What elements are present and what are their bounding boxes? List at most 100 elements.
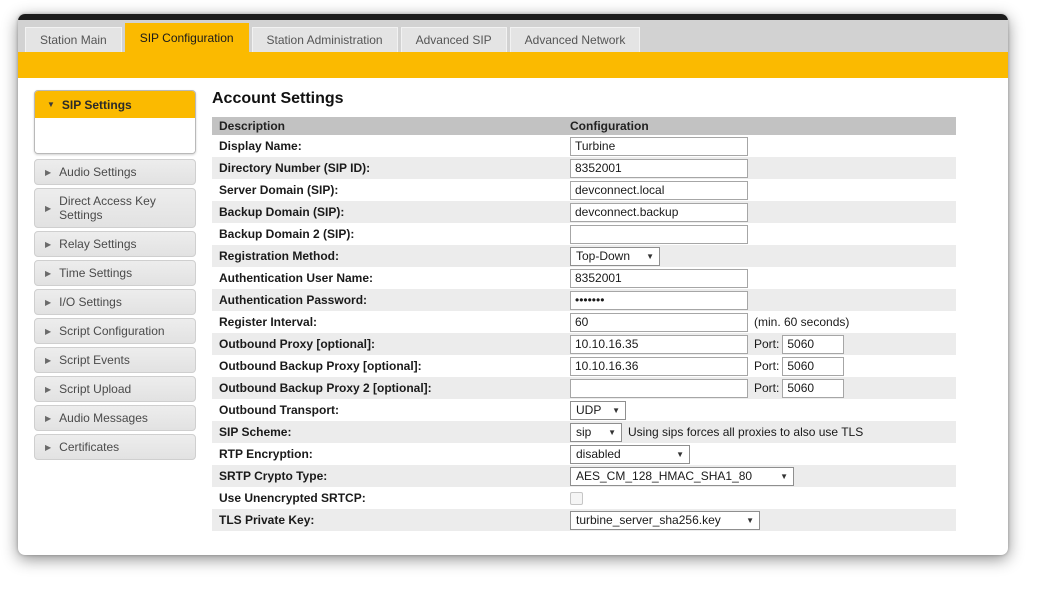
field-label: Outbound Backup Proxy 2 [optional]: (219, 381, 432, 395)
sidebar-item-label: Direct Access Key Settings (59, 194, 156, 222)
table-row: SRTP Crypto Type: AES_CM_128_HMAC_SHA1_8… (212, 465, 956, 487)
sidebar-item-io-settings[interactable]: ▶ I/O Settings (34, 289, 196, 315)
select-value: turbine_server_sha256.key (576, 513, 721, 527)
tab-station-main[interactable]: Station Main (25, 27, 122, 52)
sidebar-item-time-settings[interactable]: ▶ Time Settings (34, 260, 196, 286)
table-row: Registration Method: Top-Down ▼ (212, 245, 956, 267)
field-label: Register Interval: (219, 315, 318, 329)
outbound-proxy-port-input[interactable] (782, 334, 845, 354)
sidebar-item-label: Certificates (59, 440, 120, 454)
chevron-right-icon: ▶ (45, 239, 52, 249)
tls-private-key-select[interactable]: turbine_server_sha256.key ▼ (570, 510, 760, 530)
chevron-right-icon: ▶ (45, 326, 52, 336)
table-row: SIP Scheme: sip ▼ Using sips forces all … (212, 421, 956, 443)
sidebar-item-label: SIP Settings (61, 97, 132, 112)
chevron-right-icon: ▶ (45, 297, 52, 307)
auth-password-input[interactable] (570, 290, 748, 310)
table-row: Outbound Backup Proxy 2 [optional]: Port… (212, 377, 956, 399)
sidebar-item-script-configuration[interactable]: ▶ Script Configuration (34, 318, 196, 344)
tab-advanced-network[interactable]: Advanced Network (509, 27, 641, 52)
field-label: RTP Encryption: (219, 447, 313, 461)
table-row: Outbound Proxy [optional]: Port: (212, 333, 956, 355)
table-row: Authentication Password: (212, 289, 956, 311)
directory-number-input[interactable] (570, 158, 748, 178)
sidebar-item-sip-settings[interactable]: ▼ SIP Settings (35, 91, 195, 118)
sidebar-item-label: Script Configuration (59, 324, 165, 338)
tab-advanced-sip[interactable]: Advanced SIP (400, 27, 507, 52)
table-row: Display Name: (212, 135, 956, 157)
select-value: AES_CM_128_HMAC_SHA1_80 (576, 469, 753, 483)
dropdown-arrow-icon: ▼ (612, 405, 620, 415)
port-label: Port: (754, 381, 780, 395)
select-value: sip (576, 425, 592, 439)
select-value: UDP (576, 403, 602, 417)
sidebar-item-label: Relay Settings (59, 237, 137, 251)
outbound-backup-proxy-2-input[interactable] (570, 378, 748, 398)
chevron-right-icon: ▶ (45, 167, 52, 177)
chevron-right-icon: ▶ (45, 268, 52, 278)
dropdown-arrow-icon: ▼ (646, 251, 654, 261)
field-label: Backup Domain (SIP): (219, 205, 345, 219)
backup-domain-input[interactable] (570, 202, 748, 222)
port-label: Port: (754, 359, 780, 373)
sidebar-item-script-upload[interactable]: ▶ Script Upload (34, 376, 196, 402)
dropdown-arrow-icon: ▼ (780, 471, 788, 481)
sidebar-item-label: Time Settings (59, 266, 133, 280)
rtp-encryption-select[interactable]: disabled ▼ (570, 444, 690, 464)
field-label: Outbound Backup Proxy [optional]: (219, 359, 422, 373)
outbound-proxy-input[interactable] (570, 334, 748, 354)
field-label: SIP Scheme: (219, 425, 292, 439)
chevron-right-icon: ▶ (45, 413, 52, 423)
register-interval-note: (min. 60 seconds) (754, 315, 850, 329)
tab-station-administration[interactable]: Station Administration (251, 27, 398, 52)
table-row: Backup Domain 2 (SIP): (212, 223, 956, 245)
srtp-crypto-type-select[interactable]: AES_CM_128_HMAC_SHA1_80 ▼ (570, 466, 794, 486)
tab-sip-configuration[interactable]: SIP Configuration (124, 23, 249, 52)
sidebar-group-sip-settings: ▼ SIP Settings (34, 90, 196, 154)
dropdown-arrow-icon: ▼ (608, 427, 616, 437)
display-name-input[interactable] (570, 136, 748, 156)
sip-scheme-select[interactable]: sip ▼ (570, 422, 622, 442)
field-label: Outbound Proxy [optional]: (219, 337, 375, 351)
table-row: Backup Domain (SIP): (212, 201, 956, 223)
field-label: Backup Domain 2 (SIP): (219, 227, 355, 241)
table-row: TLS Private Key: turbine_server_sha256.k… (212, 509, 956, 531)
sidebar-item-script-events[interactable]: ▶ Script Events (34, 347, 196, 373)
sidebar-item-label: I/O Settings (59, 295, 122, 309)
outbound-backup-proxy-input[interactable] (570, 356, 748, 376)
register-interval-input[interactable] (570, 312, 748, 332)
field-label: Display Name: (219, 139, 302, 153)
table-row: Directory Number (SIP ID): (212, 157, 956, 179)
sidebar-item-label: Script Upload (59, 382, 132, 396)
table-header-row: Description Configuration (212, 117, 956, 135)
sidebar-item-certificates[interactable]: ▶ Certificates (34, 434, 196, 460)
sidebar-item-relay-settings[interactable]: ▶ Relay Settings (34, 231, 196, 257)
field-label: Outbound Transport: (219, 403, 339, 417)
table-row: Register Interval: (min. 60 seconds) (212, 311, 956, 333)
sidebar-item-label: Audio Settings (59, 165, 137, 179)
account-settings-table: Description Configuration Display Name: … (212, 117, 956, 531)
server-domain-input[interactable] (570, 180, 748, 200)
sidebar-item-audio-settings[interactable]: ▶ Audio Settings (34, 159, 196, 185)
field-label: Authentication Password: (219, 293, 368, 307)
outbound-backup-proxy-2-port-input[interactable] (782, 378, 845, 398)
auth-user-name-input[interactable] (570, 268, 748, 288)
select-value: Top-Down (576, 249, 631, 263)
registration-method-select[interactable]: Top-Down ▼ (570, 246, 660, 266)
table-row: RTP Encryption: disabled ▼ (212, 443, 956, 465)
outbound-backup-proxy-port-input[interactable] (782, 356, 845, 376)
outbound-transport-select[interactable]: UDP ▼ (570, 400, 626, 420)
field-label: Use Unencrypted SRTCP: (219, 491, 366, 505)
table-row: Authentication User Name: (212, 267, 956, 289)
backup-domain-2-input[interactable] (570, 224, 748, 244)
table-row: Outbound Transport: UDP ▼ (212, 399, 956, 421)
sidebar-item-audio-messages[interactable]: ▶ Audio Messages (34, 405, 196, 431)
sidebar-item-direct-access-key-settings[interactable]: ▶ Direct Access Key Settings (34, 188, 196, 228)
field-label: Server Domain (SIP): (219, 183, 339, 197)
chevron-right-icon: ▶ (45, 203, 52, 213)
port-label: Port: (754, 337, 780, 351)
sip-settings-subpanel (35, 118, 195, 153)
column-header-description: Description (219, 119, 286, 133)
use-unencrypted-srtcp-checkbox[interactable] (570, 491, 583, 505)
app-window: Station Main SIP Configuration Station A… (18, 14, 1008, 555)
